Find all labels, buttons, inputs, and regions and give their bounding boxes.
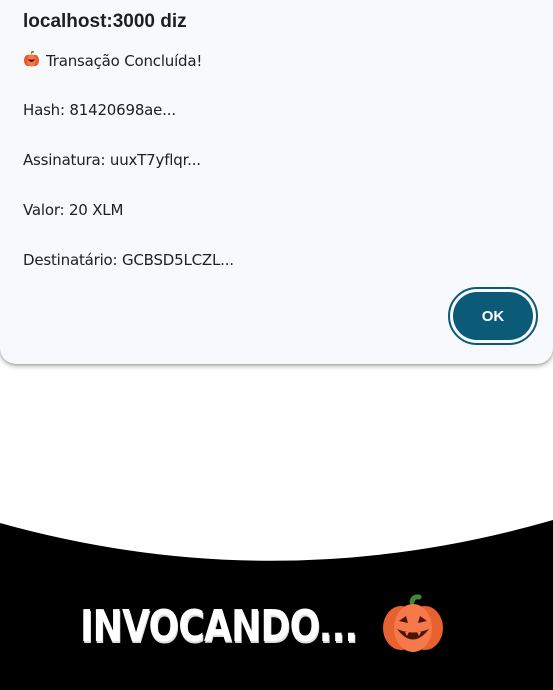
pumpkin-icon (381, 594, 445, 658)
transaction-status-text: Transação Concluída! (46, 52, 203, 70)
alert-dialog: localhost:3000 diz Transação Concluída! … (0, 0, 553, 364)
dialog-title: localhost:3000 diz (23, 11, 187, 32)
signature-line: Assinatura: uuxT7yflqr... (23, 151, 201, 169)
ok-button-label: OK (453, 292, 533, 340)
dialog-message-line: Transação Concluída! (23, 51, 202, 72)
loading-banner: INVOCANDO... (80, 594, 445, 658)
ok-button[interactable]: OK (448, 287, 538, 345)
value-line: Valor: 20 XLM (23, 201, 124, 219)
loading-text: INVOCANDO... (80, 600, 358, 652)
page: localhost:3000 diz Transação Concluída! … (0, 0, 553, 690)
recipient-line: Destinatário: GCBSD5LCZL... (23, 251, 234, 269)
pumpkin-icon (23, 51, 40, 72)
hash-line: Hash: 81420698ae... (23, 101, 176, 119)
